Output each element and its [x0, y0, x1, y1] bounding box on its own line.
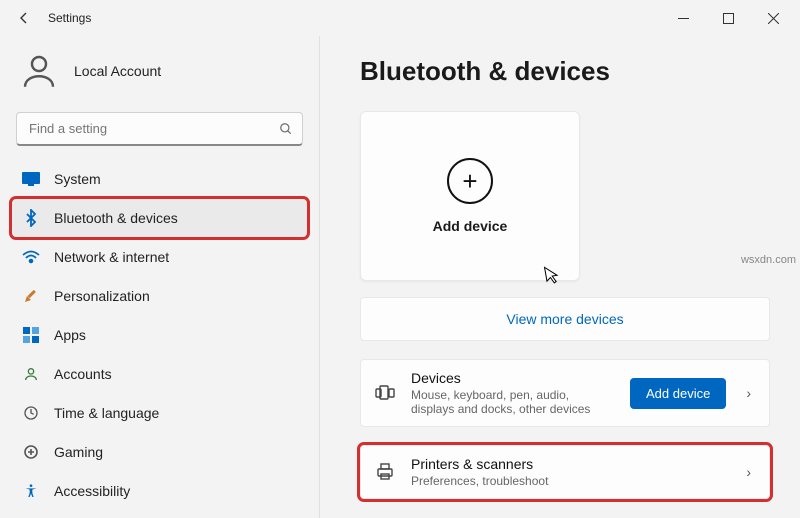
printers-row-title: Printers & scanners — [411, 456, 726, 472]
search-icon — [279, 122, 293, 136]
content-pane: Bluetooth & devices + Add device View mo… — [320, 36, 800, 518]
plus-circle-icon: + — [447, 158, 493, 204]
sidebar-item-bluetooth-devices[interactable]: Bluetooth & devices — [12, 199, 307, 237]
apps-icon — [22, 326, 40, 344]
printers-row-subtitle: Preferences, troubleshoot — [411, 474, 726, 488]
sidebar-item-apps[interactable]: Apps — [12, 316, 307, 354]
account-name: Local Account — [74, 63, 161, 79]
sidebar-item-label: Network & internet — [54, 249, 169, 265]
search-input[interactable] — [16, 112, 303, 146]
back-arrow-icon — [16, 10, 32, 26]
view-more-label: View more devices — [506, 311, 623, 327]
add-device-label: Add device — [433, 218, 508, 234]
maximize-button[interactable] — [706, 0, 751, 36]
minimize-button[interactable] — [661, 0, 706, 36]
minimize-icon — [678, 13, 689, 24]
nav-list: System Bluetooth & devices Network & int… — [12, 160, 307, 518]
devices-row-text: Devices Mouse, keyboard, pen, audio, dis… — [411, 370, 614, 416]
bluetooth-icon — [22, 209, 40, 227]
sidebar-item-gaming[interactable]: Gaming — [12, 433, 307, 471]
sidebar-item-label: Accessibility — [54, 483, 130, 499]
sidebar-item-label: Personalization — [54, 288, 150, 304]
account-block[interactable]: Local Account — [12, 40, 307, 110]
system-icon — [22, 170, 40, 188]
sidebar-item-accounts[interactable]: Accounts — [12, 355, 307, 393]
close-button[interactable] — [751, 0, 796, 36]
devices-row[interactable]: Devices Mouse, keyboard, pen, audio, dis… — [360, 359, 770, 427]
watermark: wsxdn.com — [741, 254, 796, 266]
chevron-right-icon: › — [742, 385, 755, 401]
printers-row-text: Printers & scanners Preferences, trouble… — [411, 456, 726, 488]
sidebar-item-label: Bluetooth & devices — [54, 210, 178, 226]
view-more-devices-link[interactable]: View more devices — [360, 297, 770, 341]
close-icon — [768, 13, 779, 24]
sidebar-item-accessibility[interactable]: Accessibility — [12, 472, 307, 510]
sidebar-item-system[interactable]: System — [12, 160, 307, 198]
app-title: Settings — [48, 11, 91, 25]
sidebar: Local Account System Bluetooth & — [0, 36, 320, 518]
settings-window: Settings Local Account — [0, 0, 800, 518]
sidebar-item-network[interactable]: Network & internet — [12, 238, 307, 276]
printers-scanners-row[interactable]: Printers & scanners Preferences, trouble… — [360, 445, 770, 499]
wifi-icon — [22, 248, 40, 266]
accessibility-icon — [22, 482, 40, 500]
sidebar-item-label: System — [54, 171, 101, 187]
clock-globe-icon — [22, 404, 40, 422]
sidebar-item-label: Accounts — [54, 366, 112, 382]
sidebar-item-label: Gaming — [54, 444, 103, 460]
gaming-icon — [22, 443, 40, 461]
sidebar-item-label: Time & language — [54, 405, 159, 421]
page-title: Bluetooth & devices — [360, 56, 770, 87]
maximize-icon — [723, 13, 734, 24]
devices-icon — [375, 383, 395, 403]
titlebar: Settings — [0, 0, 800, 36]
search-box[interactable] — [16, 112, 303, 146]
paintbrush-icon — [22, 287, 40, 305]
body: Local Account System Bluetooth & — [0, 36, 800, 518]
chevron-right-icon: › — [742, 464, 755, 480]
avatar-icon — [18, 50, 60, 92]
add-device-card[interactable]: + Add device — [360, 111, 580, 281]
devices-row-subtitle: Mouse, keyboard, pen, audio, displays an… — [411, 388, 614, 416]
back-button[interactable] — [4, 0, 44, 36]
sidebar-item-label: Apps — [54, 327, 86, 343]
accounts-icon — [22, 365, 40, 383]
printer-icon — [375, 462, 395, 482]
sidebar-item-personalization[interactable]: Personalization — [12, 277, 307, 315]
sidebar-item-time-language[interactable]: Time & language — [12, 394, 307, 432]
devices-row-title: Devices — [411, 370, 614, 386]
window-controls — [661, 0, 796, 36]
sidebar-item-privacy-security[interactable]: Privacy & security — [12, 511, 307, 518]
add-device-button[interactable]: Add device — [630, 378, 726, 409]
